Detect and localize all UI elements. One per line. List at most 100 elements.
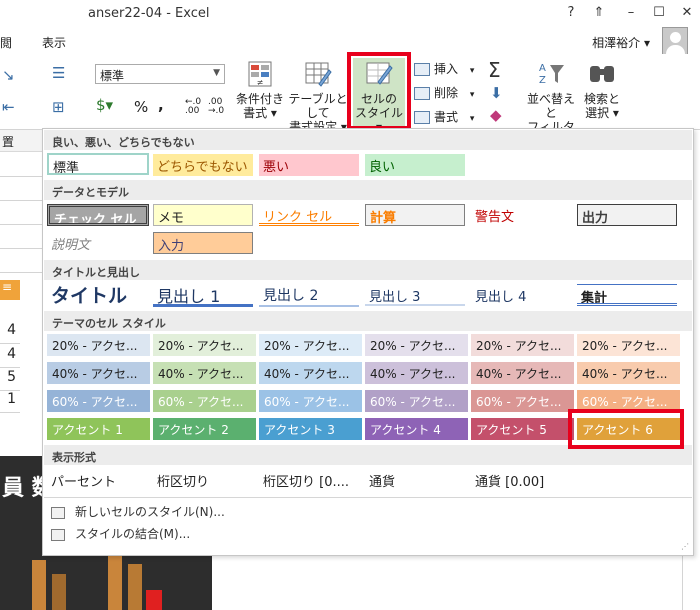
sheet-cell[interactable]: 5	[0, 369, 20, 391]
style-heading-1[interactable]: 見出し 1	[153, 281, 253, 307]
style-accent-1[interactable]: アクセント 1	[47, 418, 150, 440]
sheet-cell[interactable]: 4	[0, 322, 20, 344]
svg-text:Z: Z	[539, 75, 546, 86]
style-40-accent-6[interactable]: 40% - アクセ...	[577, 362, 680, 384]
grid-line	[0, 248, 42, 249]
style-good[interactable]: 良い	[365, 154, 465, 176]
tab-review[interactable]: 閲	[0, 34, 12, 51]
style-calculation[interactable]: 計算	[365, 204, 465, 226]
user-avatar[interactable]	[662, 27, 688, 55]
style-title[interactable]: タイトル	[47, 281, 149, 307]
chart-bar	[52, 574, 66, 610]
style-heading-3[interactable]: 見出し 3	[365, 284, 465, 306]
conditional-format-button[interactable]: ≠ 条件付き 書式 ▾	[234, 60, 286, 120]
wrap-text-icon[interactable]: ☰	[52, 64, 65, 82]
style-20-accent-3[interactable]: 20% - アクセ...	[259, 334, 362, 356]
style-20-accent-6[interactable]: 20% - アクセ...	[577, 334, 680, 356]
style-40-accent-4[interactable]: 40% - アクセ...	[365, 362, 468, 384]
style-input[interactable]: 入力	[153, 232, 253, 254]
style-20-accent-1[interactable]: 20% - アクセ...	[47, 334, 150, 356]
style-accent-3[interactable]: アクセント 3	[259, 418, 362, 440]
orange-header-cell[interactable]: ≡	[0, 280, 20, 300]
new-cell-style-item[interactable]: 新しいセルのスタイル(N)...	[51, 503, 225, 520]
percent-button[interactable]: %	[134, 98, 148, 116]
style-heading-2[interactable]: 見出し 2	[259, 283, 359, 307]
svg-text:≠: ≠	[257, 78, 264, 87]
style-60-accent-3[interactable]: 60% - アクセ...	[259, 390, 362, 412]
comma-button[interactable]: ,	[158, 96, 164, 114]
style-currency[interactable]: 通貨	[365, 469, 465, 491]
highlight-cell-styles	[347, 52, 411, 130]
cell-styles-gallery: 良い、悪い、どちらでもない 標準 どちらでもない 悪い 良い データとモデル チ…	[42, 128, 694, 556]
number-format-select[interactable]: 標準 ▼	[95, 64, 225, 84]
style-comma[interactable]: 桁区切り	[153, 469, 253, 491]
chart-bar	[128, 564, 142, 610]
currency-icon[interactable]: $▾	[96, 96, 113, 114]
style-40-accent-5[interactable]: 40% - アクセ...	[471, 362, 574, 384]
chart-bar	[32, 560, 46, 610]
style-output[interactable]: 出力	[577, 204, 677, 226]
style-20-accent-2[interactable]: 20% - アクセ...	[153, 334, 256, 356]
style-total[interactable]: 集計	[577, 284, 677, 306]
style-currency-0[interactable]: 通貨 [0.00]	[471, 469, 571, 491]
style-20-accent-5[interactable]: 20% - アクセ...	[471, 334, 574, 356]
sort-filter-label-1: 並べ替えと	[526, 92, 575, 120]
format-as-table-button[interactable]: テーブルとして 書式設定 ▾	[286, 60, 350, 134]
window-title: anser22-04 - Excel	[88, 6, 210, 21]
user-name[interactable]: 相澤裕介 ▾	[592, 34, 650, 51]
format-button[interactable]: 書式 ▾	[414, 108, 474, 125]
style-60-accent-2[interactable]: 60% - アクセ...	[153, 390, 256, 412]
maximize-button[interactable]: ☐	[648, 5, 670, 23]
orientation-icon[interactable]: ↘	[2, 66, 15, 84]
indent-icon[interactable]: ⇤	[2, 98, 15, 116]
tab-view[interactable]: 表示	[42, 34, 66, 51]
style-accent-5[interactable]: アクセント 5	[471, 418, 574, 440]
style-40-accent-3[interactable]: 40% - アクセ...	[259, 362, 362, 384]
sheet-cell[interactable]: 4	[0, 346, 20, 368]
style-40-accent-1[interactable]: 40% - アクセ...	[47, 362, 150, 384]
close-button[interactable]: ✕	[676, 5, 698, 23]
help-button[interactable]: ?	[560, 5, 582, 23]
style-60-accent-1[interactable]: 60% - アクセ...	[47, 390, 150, 412]
style-accent-2[interactable]: アクセント 2	[153, 418, 256, 440]
section-header-goodbad: 良い、悪い、どちらでもない	[44, 130, 692, 150]
delete-button[interactable]: 削除 ▾	[414, 84, 474, 101]
grid-line	[0, 176, 42, 177]
decrease-decimal-button[interactable]: .00 →.0	[208, 98, 226, 116]
style-20-accent-4[interactable]: 20% - アクセ...	[365, 334, 468, 356]
clear-icon[interactable]: ◆	[490, 106, 502, 124]
style-percent[interactable]: パーセント	[47, 469, 149, 491]
minimize-button[interactable]: –	[620, 5, 642, 23]
style-heading-4[interactable]: 見出し 4	[471, 284, 571, 306]
style-linked-cell[interactable]: リンク セル	[259, 204, 359, 226]
style-neutral[interactable]: どちらでもない	[153, 154, 253, 176]
autosum-icon[interactable]: Σ	[488, 58, 501, 82]
sheet-cell[interactable]: 1	[0, 391, 20, 413]
fill-icon[interactable]: ⬇	[490, 84, 503, 102]
title-bar: anser22-04 - Excel ? ⇑ – ☐ ✕	[0, 0, 700, 28]
style-60-accent-4[interactable]: 60% - アクセ...	[365, 390, 468, 412]
style-40-accent-2[interactable]: 40% - アクセ...	[153, 362, 256, 384]
style-note[interactable]: メモ	[153, 204, 253, 226]
insert-cells-icon	[414, 63, 430, 76]
new-cell-style-label: 新しいセルのスタイル(N)...	[75, 505, 225, 519]
increase-decimal-button[interactable]: ←.0.00	[185, 98, 203, 116]
insert-button[interactable]: 挿入 ▾	[414, 60, 474, 77]
merge-styles-item[interactable]: スタイルの結合(M)...	[51, 525, 190, 542]
insert-label: 挿入	[434, 62, 459, 76]
format-label: 書式	[434, 110, 459, 124]
merge-icon[interactable]: ⊞	[52, 98, 65, 116]
style-explanatory[interactable]: 説明文	[47, 232, 149, 254]
style-check-cell[interactable]: チェック セル	[47, 204, 149, 226]
style-comma-0[interactable]: 桁区切り [0....	[259, 469, 359, 491]
ribbon-display-button[interactable]: ⇑	[588, 5, 610, 23]
find-select-button[interactable]: 検索と 選択 ▾	[582, 60, 622, 120]
style-bad[interactable]: 悪い	[259, 154, 359, 176]
svg-text:A: A	[539, 63, 546, 74]
grid-line	[0, 200, 42, 201]
resize-grip-icon[interactable]: ⋰	[681, 542, 689, 551]
style-normal[interactable]: 標準	[47, 153, 149, 175]
style-60-accent-5[interactable]: 60% - アクセ...	[471, 390, 574, 412]
style-accent-4[interactable]: アクセント 4	[365, 418, 468, 440]
style-warning-text[interactable]: 警告文	[471, 204, 571, 226]
